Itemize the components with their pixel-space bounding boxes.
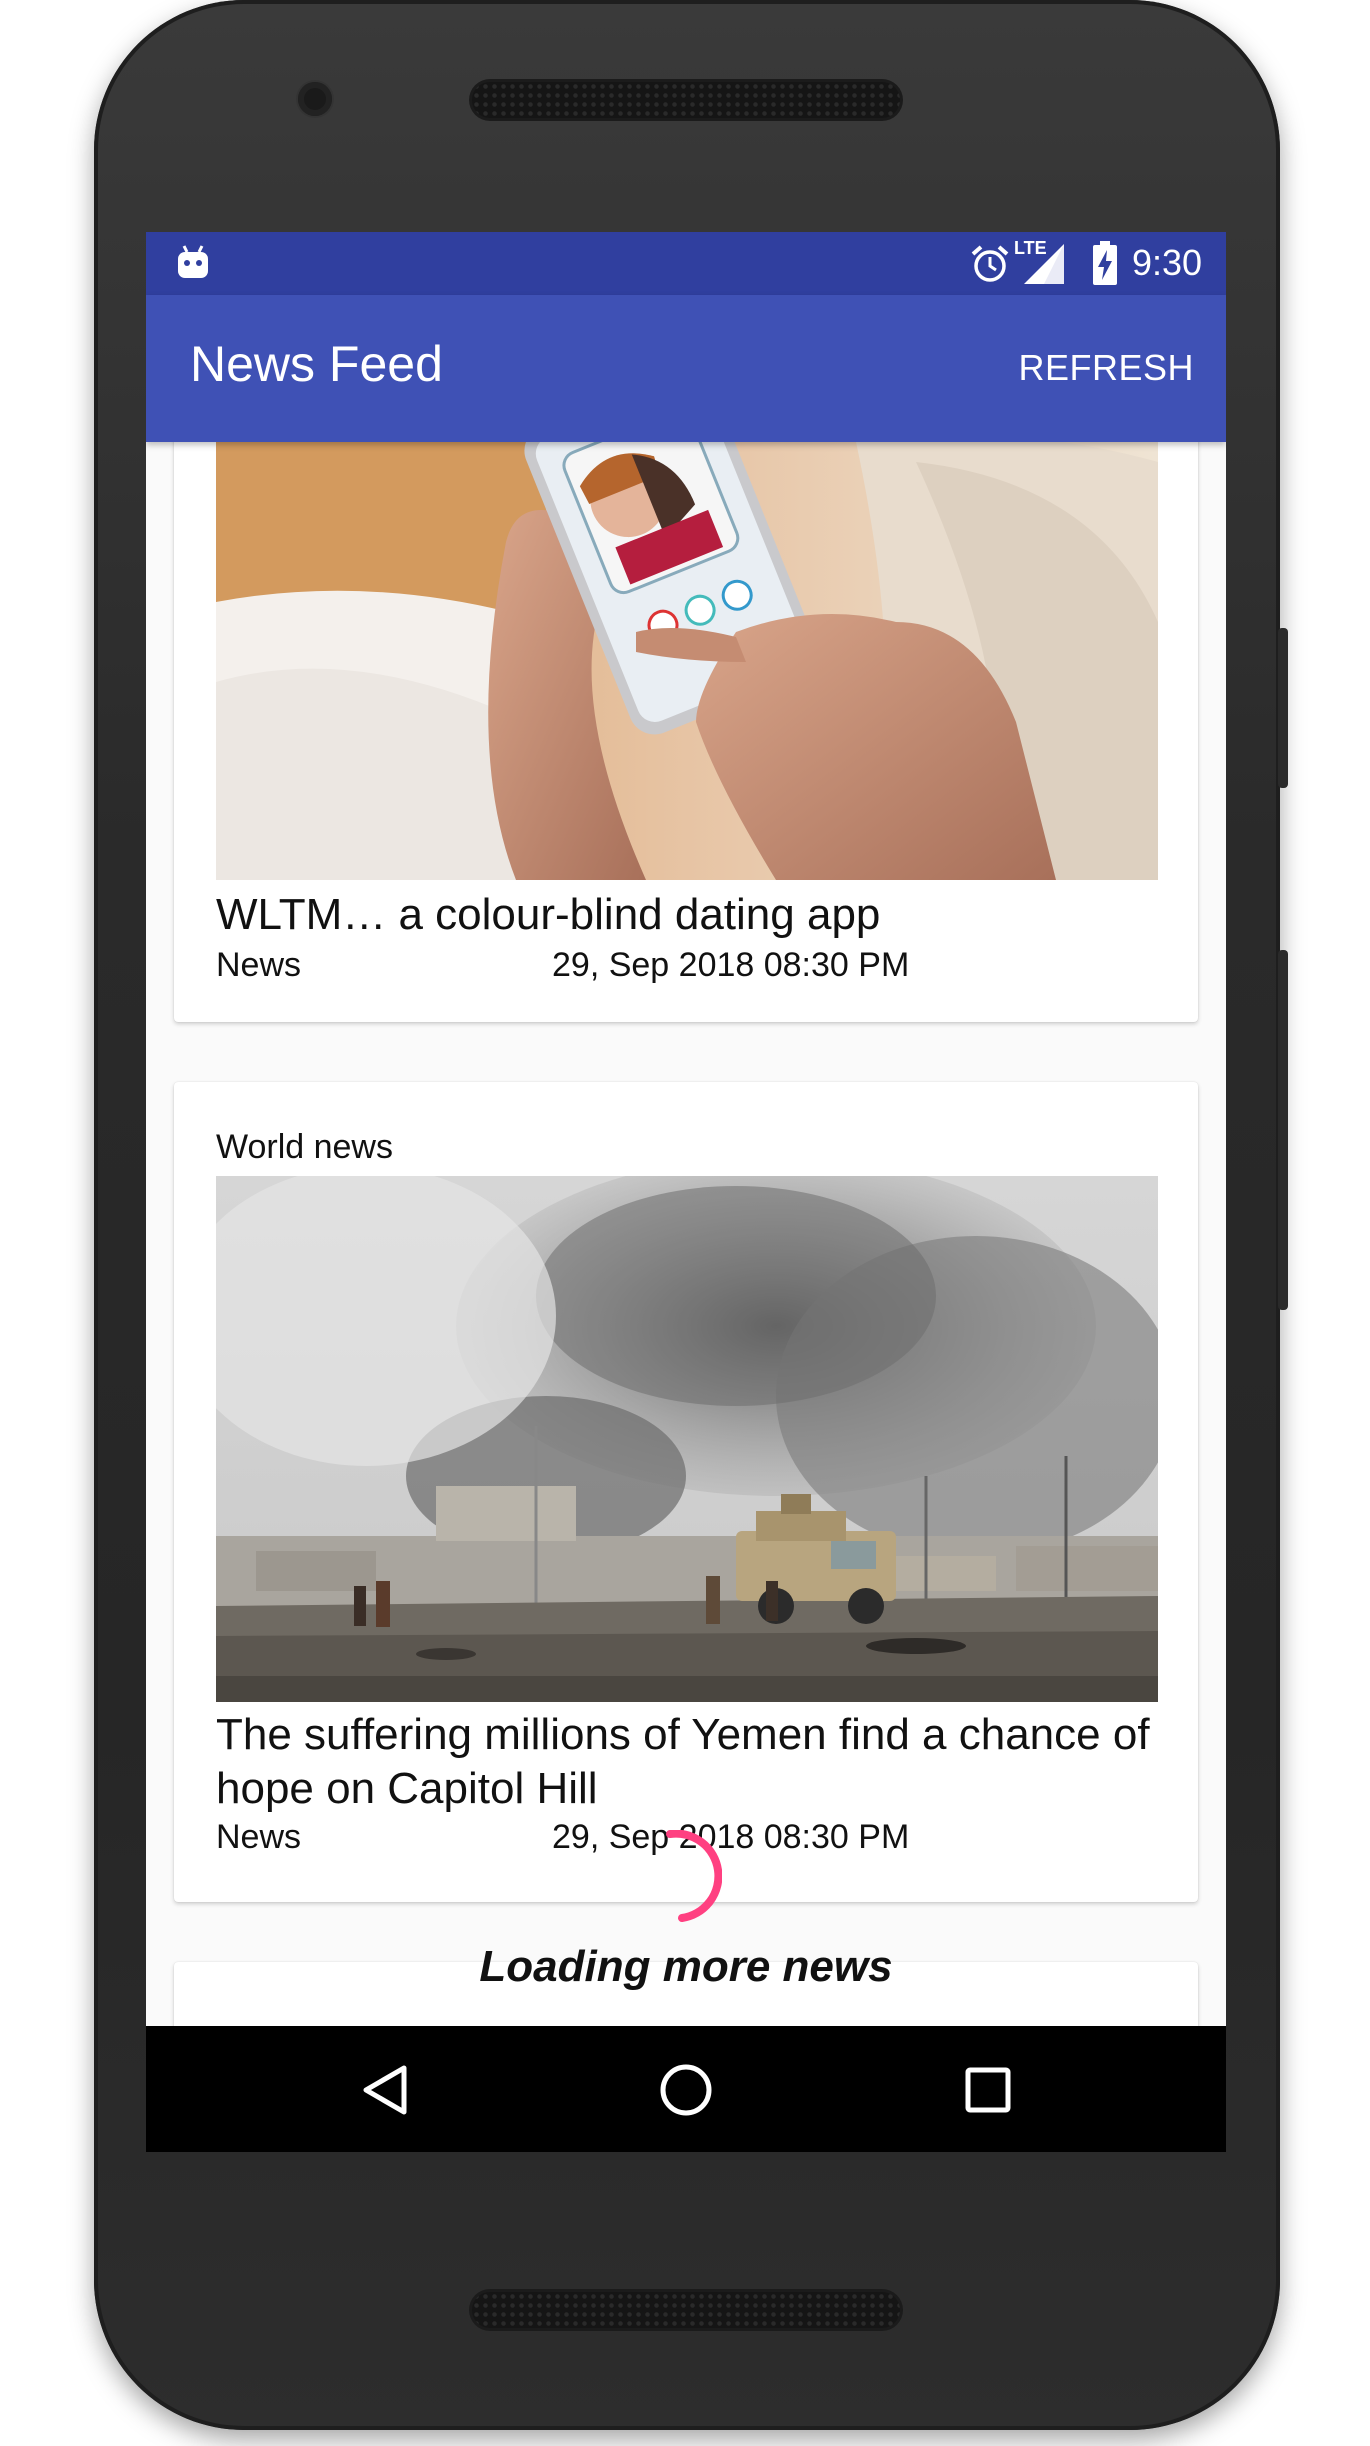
bottom-speaker-grille <box>472 2292 900 2328</box>
news-card[interactable]: World news The suffering millions of Yem… <box>174 1082 1198 1902</box>
news-card[interactable]: WLTM… a colour-blind dating app News 29,… <box>174 442 1198 1022</box>
app-bar: News Feed REFRESH <box>146 295 1226 442</box>
loading-more-text: Loading more news <box>479 1942 893 1991</box>
status-bar: LTE 9:30 <box>146 232 1226 295</box>
article-title: The suffering millions of Yemen find a c… <box>216 1710 1150 1813</box>
article-title: WLTM… a colour-blind dating app <box>216 890 881 939</box>
article-date: 29, Sep 2018 08:30 PM <box>552 1818 910 1856</box>
article-category: News <box>216 946 302 984</box>
article-date: 29, Sep 2018 08:30 PM <box>552 946 910 984</box>
home-icon[interactable] <box>658 2062 714 2118</box>
news-feed-list[interactable]: WLTM… a colour-blind dating app News 29,… <box>146 442 1226 2026</box>
app-title: News Feed <box>190 336 443 392</box>
article-image <box>216 442 1158 880</box>
article-section: World news <box>216 1128 393 1166</box>
article-image <box>216 1176 1158 1702</box>
android-debug-icon <box>178 245 208 278</box>
loading-spinner <box>666 1830 722 1922</box>
recents-icon[interactable] <box>964 2066 1012 2114</box>
system-navigation-bar <box>146 2026 1226 2152</box>
refresh-button[interactable]: REFRESH <box>1018 347 1194 389</box>
article-category: News <box>216 1818 302 1856</box>
battery-charging-icon <box>1093 241 1117 285</box>
alarm-icon <box>971 245 1009 282</box>
screen: LTE 9:30 News Feed REFRESH WLTM… a colou… <box>146 232 1226 2152</box>
status-time: 9:30 <box>1132 242 1203 283</box>
back-icon[interactable] <box>360 2064 410 2116</box>
volume-button <box>1278 950 1288 1310</box>
front-camera <box>298 82 332 116</box>
power-button <box>1278 628 1288 788</box>
top-speaker-grille <box>472 82 900 118</box>
lte-label: LTE <box>1014 238 1047 258</box>
